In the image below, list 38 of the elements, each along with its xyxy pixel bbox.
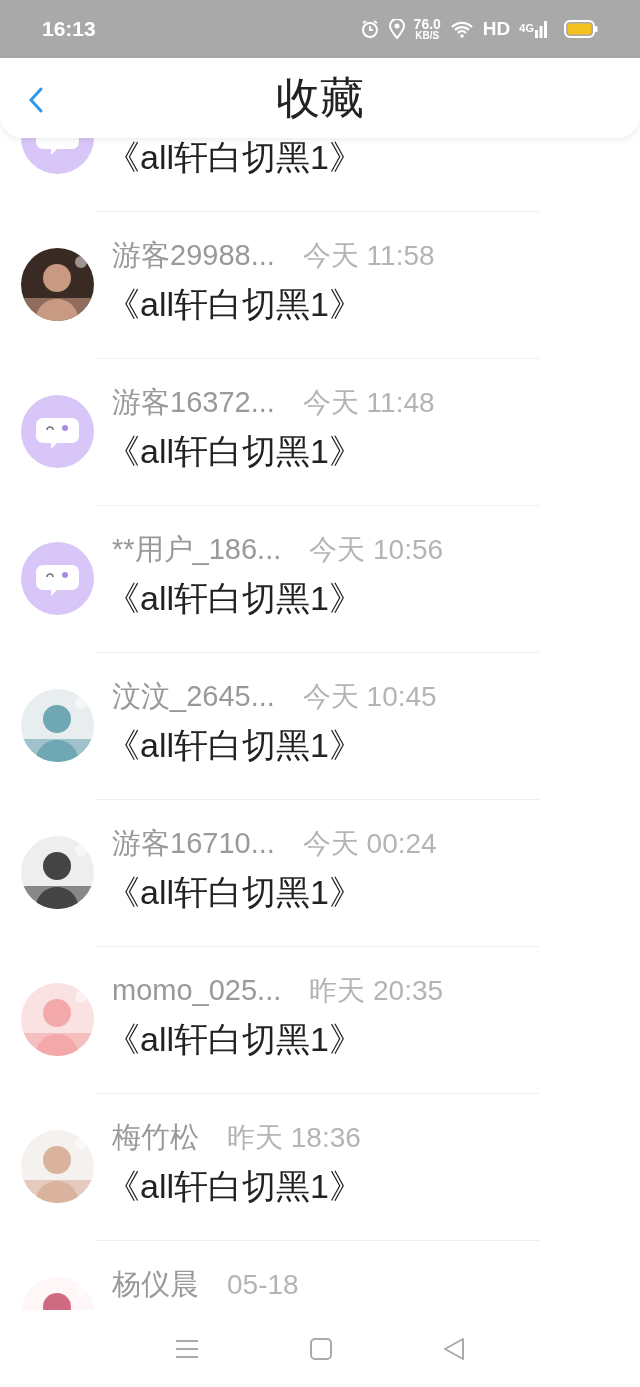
network-label: 4G <box>519 22 534 34</box>
story-title[interactable]: 《all轩白切黑1》 <box>106 287 435 321</box>
story-title[interactable]: 《all轩白切黑1》 <box>106 581 444 615</box>
speed-value: 76.0 <box>413 17 441 31</box>
timestamp: 今天 10:56 <box>309 536 444 564</box>
alarm-icon <box>359 19 380 39</box>
page-title: 收藏 <box>276 71 364 124</box>
clock-time: 16:13 <box>42 17 96 41</box>
timestamp: 今天 11:48 <box>302 389 435 417</box>
timestamp: 05-18 <box>227 1271 299 1299</box>
user-name: 游客16710... <box>112 829 275 858</box>
user-name: 梅竹松 <box>112 1123 199 1152</box>
user-name: 游客16372... <box>112 388 275 417</box>
signal-icon <box>535 20 547 38</box>
story-title[interactable]: 《all轩白切黑1》 <box>106 1022 444 1056</box>
story-title[interactable]: 《all轩白切黑1》 <box>106 875 437 909</box>
speed-unit: KB/S <box>415 31 440 41</box>
location-icon <box>388 19 405 39</box>
hd-label: HD <box>482 18 511 40</box>
story-title[interactable]: 《all轩白切黑1》 <box>106 140 363 174</box>
user-name: 杨仪晨 <box>112 1270 199 1299</box>
timestamp: 今天 10:45 <box>302 683 437 711</box>
square-icon[interactable] <box>310 1337 332 1360</box>
story-title[interactable]: 《all轩白切黑1》 <box>106 434 435 468</box>
timestamp: 今天 00:24 <box>302 830 437 858</box>
user-name: 游客29988... <box>112 241 275 270</box>
wifi-icon <box>449 20 474 38</box>
story-title[interactable]: 《all轩白切黑1》 <box>106 728 437 762</box>
menu-icon[interactable] <box>175 1338 200 1359</box>
back-triangle-icon[interactable] <box>442 1336 465 1361</box>
timestamp: 今天 11:58 <box>302 242 435 270</box>
timestamp: 昨天 18:36 <box>227 1124 361 1152</box>
battery-icon <box>564 20 598 38</box>
user-name: momo_025... <box>112 976 282 1005</box>
timestamp: 昨天 20:35 <box>309 977 444 1005</box>
user-name: **用户_186... <box>112 535 282 564</box>
user-name: 汶汶_2645... <box>112 682 275 711</box>
story-title[interactable]: 《all轩白切黑1》 <box>106 1169 363 1203</box>
